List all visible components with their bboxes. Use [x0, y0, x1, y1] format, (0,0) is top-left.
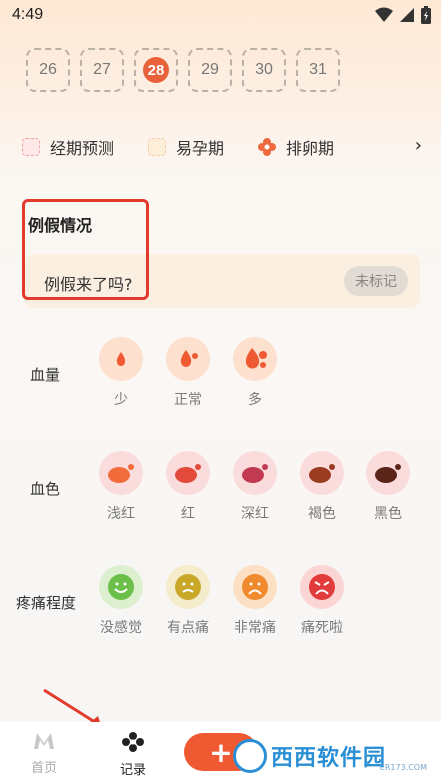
status-bar: 4:49	[0, 0, 441, 30]
date-cell[interactable]: 29	[188, 48, 232, 92]
tab-home[interactable]: 首页	[14, 732, 74, 776]
date-cell-today[interactable]: 28	[134, 48, 178, 92]
color-option-label: 红	[181, 506, 195, 522]
legend-label: 易孕期	[176, 139, 225, 158]
flow-option-label: 多	[248, 392, 262, 408]
color-option-light-red[interactable]: 浅红	[97, 451, 145, 523]
flow-label: 血量	[30, 366, 61, 384]
date-label: 27	[93, 61, 111, 78]
legend-label: 排卵期	[286, 139, 335, 158]
color-option-black[interactable]: 黑色	[364, 451, 412, 523]
pain-option-mild[interactable]: 有点痛	[164, 565, 212, 637]
color-option-label: 褐色	[308, 506, 336, 522]
drop-small-icon	[99, 337, 143, 381]
color-option-label: 黑色	[374, 506, 402, 522]
calendar-legend: 经期预测 易孕期 排卵期 ›	[22, 135, 422, 159]
blood-blob-red-icon	[166, 451, 210, 495]
blood-blob-light-red-icon	[99, 451, 143, 495]
signal-icon	[400, 8, 414, 22]
status-time: 4:49	[12, 6, 44, 23]
fertile-swatch	[148, 138, 167, 156]
face-happy-icon	[99, 565, 143, 609]
face-crying-icon	[300, 565, 344, 609]
date-label: 29	[201, 61, 219, 78]
pain-option-extreme[interactable]: 痛死啦	[298, 565, 346, 637]
period-prediction-swatch	[22, 138, 40, 156]
calendar-dates-row: 26 27 28 29 30 31	[26, 48, 340, 92]
color-option-label: 浅红	[107, 506, 135, 522]
watermark-subtext: CR173.COM	[379, 763, 427, 772]
ovulation-flower-icon	[258, 138, 277, 156]
today-badge: 28	[143, 57, 169, 83]
pain-label: 疼痛程度	[16, 594, 77, 612]
color-option-dark-red[interactable]: 深红	[231, 451, 279, 523]
pain-option-none[interactable]: 没感觉	[97, 565, 145, 637]
status-icons	[375, 6, 431, 24]
blood-blob-dark-red-icon	[233, 451, 277, 495]
tab-record-label: 记录	[119, 763, 146, 778]
pain-option-label: 非常痛	[234, 620, 276, 636]
unmarked-button[interactable]: 未标记	[344, 266, 408, 296]
color-option-brown[interactable]: 褐色	[298, 451, 346, 523]
pain-option-label: 没感觉	[100, 620, 142, 636]
tab-home-label: 首页	[30, 761, 57, 776]
date-cell[interactable]: 27	[80, 48, 124, 92]
flow-option-label: 正常	[174, 392, 202, 408]
pain-option-label: 有点痛	[167, 620, 209, 636]
pain-option-label: 痛死啦	[301, 620, 343, 636]
watermark-text: 西西软件园	[271, 746, 387, 771]
date-cell[interactable]: 31	[296, 48, 340, 92]
date-cell[interactable]: 26	[26, 48, 70, 92]
flow-option-normal[interactable]: 正常	[164, 337, 212, 409]
site-watermark: 西西软件园 CR173.COM	[233, 738, 433, 774]
watermark-logo-icon	[233, 739, 267, 773]
flow-option-light[interactable]: 少	[97, 337, 145, 409]
drop-normal-icon	[166, 337, 210, 381]
legend-label: 经期预测	[50, 139, 115, 158]
color-label: 血色	[30, 480, 61, 498]
tab-record[interactable]: 记录	[103, 732, 163, 778]
legend-more-chevron-icon[interactable]: ›	[415, 135, 422, 156]
date-cell[interactable]: 30	[242, 48, 286, 92]
legend-item-period-prediction: 经期预测	[22, 135, 114, 159]
record-flower-icon	[122, 732, 144, 752]
battery-icon	[421, 6, 431, 24]
drop-large-icon	[233, 337, 277, 381]
pain-option-severe[interactable]: 非常痛	[231, 565, 279, 637]
face-meh-icon	[166, 565, 210, 609]
date-label: 31	[309, 61, 327, 78]
wifi-icon	[375, 7, 393, 22]
legend-item-ovulation: 排卵期	[258, 135, 334, 159]
blood-blob-black-icon	[366, 451, 410, 495]
legend-item-fertile: 易孕期	[148, 135, 224, 159]
flow-option-label: 少	[114, 392, 128, 408]
color-option-label: 深红	[241, 506, 269, 522]
home-logo-icon	[34, 733, 54, 749]
blood-blob-brown-icon	[300, 451, 344, 495]
color-option-red[interactable]: 红	[164, 451, 212, 523]
date-label: 26	[39, 61, 57, 78]
flow-option-heavy[interactable]: 多	[231, 337, 279, 409]
highlight-box-annotation	[22, 199, 149, 300]
date-label: 30	[255, 61, 273, 78]
face-sad-icon	[233, 565, 277, 609]
